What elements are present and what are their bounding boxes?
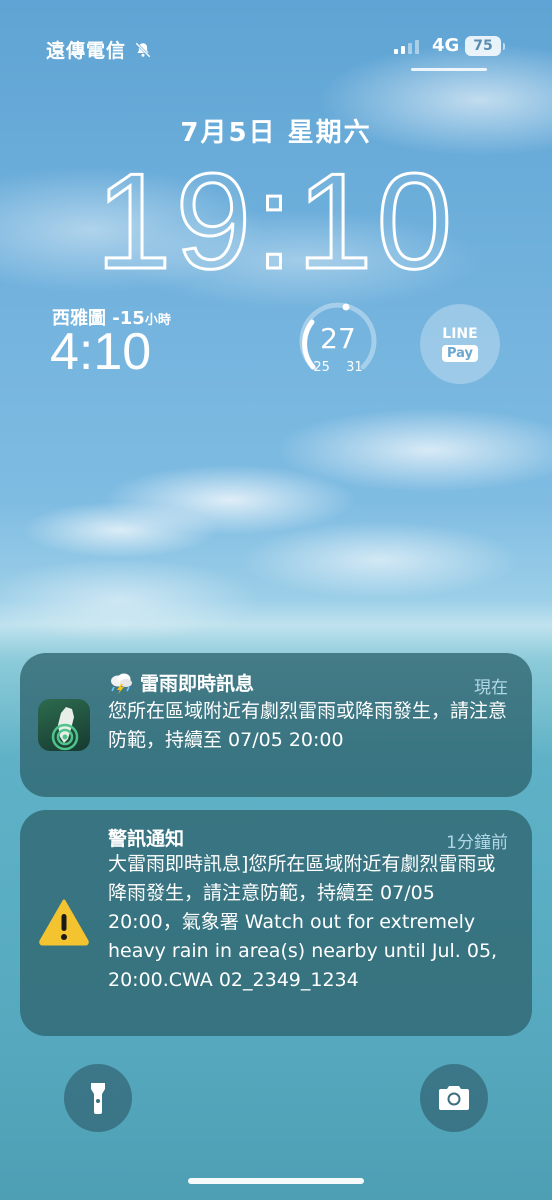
weather-temperature: 27 [320, 322, 356, 355]
notification-body: 大雷雨即時訊息]您所在區域附近有劇烈雷雨或降雨發生，請注意防範，持續至 07/0… [108, 853, 498, 991]
lock-clock: 19:10 [94, 145, 457, 298]
world-clock-time[interactable]: 4:10 [50, 324, 151, 380]
carrier-name: 遠傳電信 [46, 40, 127, 62]
flashlight-icon [91, 1083, 105, 1114]
weather-radar-app-icon [38, 699, 90, 751]
notification-thunderstorm[interactable]: 雷雨即時訊息 現在 您所在區域附近有劇烈雷雨或降雨發生，請注意防範，持續至 07… [20, 653, 532, 797]
weather-range: 25 31 [296, 360, 380, 375]
weather-widget[interactable]: 27 25 31 [296, 300, 380, 384]
cellular-signal-icon [394, 38, 419, 54]
lock-date: 7月5日 星期六 [180, 118, 372, 148]
battery-indicator: 75 [465, 36, 505, 56]
weather-low: 25 [313, 360, 330, 375]
notification-alert[interactable]: 警訊通知 1分鐘前 大雷雨即時訊息]您所在區域附近有劇烈雷雨或降雨發生，請注意防… [20, 810, 532, 1036]
notification-body: 您所在區域附近有劇烈雷雨或降雨發生，請注意防範，持續至 07/05 20:00 [108, 700, 508, 751]
notification-title: 雷雨即時訊息 [108, 669, 254, 696]
home-indicator[interactable] [188, 1178, 364, 1184]
linepay-pay-label: Pay [441, 345, 479, 362]
notification-title: 警訊通知 [108, 824, 184, 851]
linepay-line-label: LINE [442, 326, 478, 342]
warning-icon [38, 896, 90, 948]
camera-button[interactable] [420, 1064, 488, 1132]
notification-title-text: 雷雨即時訊息 [140, 673, 255, 695]
status-bar: 遠傳電信 4G 75 [0, 0, 552, 80]
thunderstorm-icon [111, 673, 132, 694]
network-type: 4G [432, 35, 460, 56]
control-center-indicator[interactable] [411, 68, 487, 71]
camera-icon [439, 1086, 469, 1110]
carrier-label: 遠傳電信 [46, 36, 152, 63]
notification-time: 現在 [474, 678, 508, 698]
flashlight-button[interactable] [64, 1064, 132, 1132]
notification-title-text: 警訊通知 [108, 828, 185, 850]
linepay-widget[interactable]: LINE Pay [420, 304, 500, 384]
weather-high: 31 [346, 360, 363, 375]
bell-slash-icon [135, 41, 151, 58]
